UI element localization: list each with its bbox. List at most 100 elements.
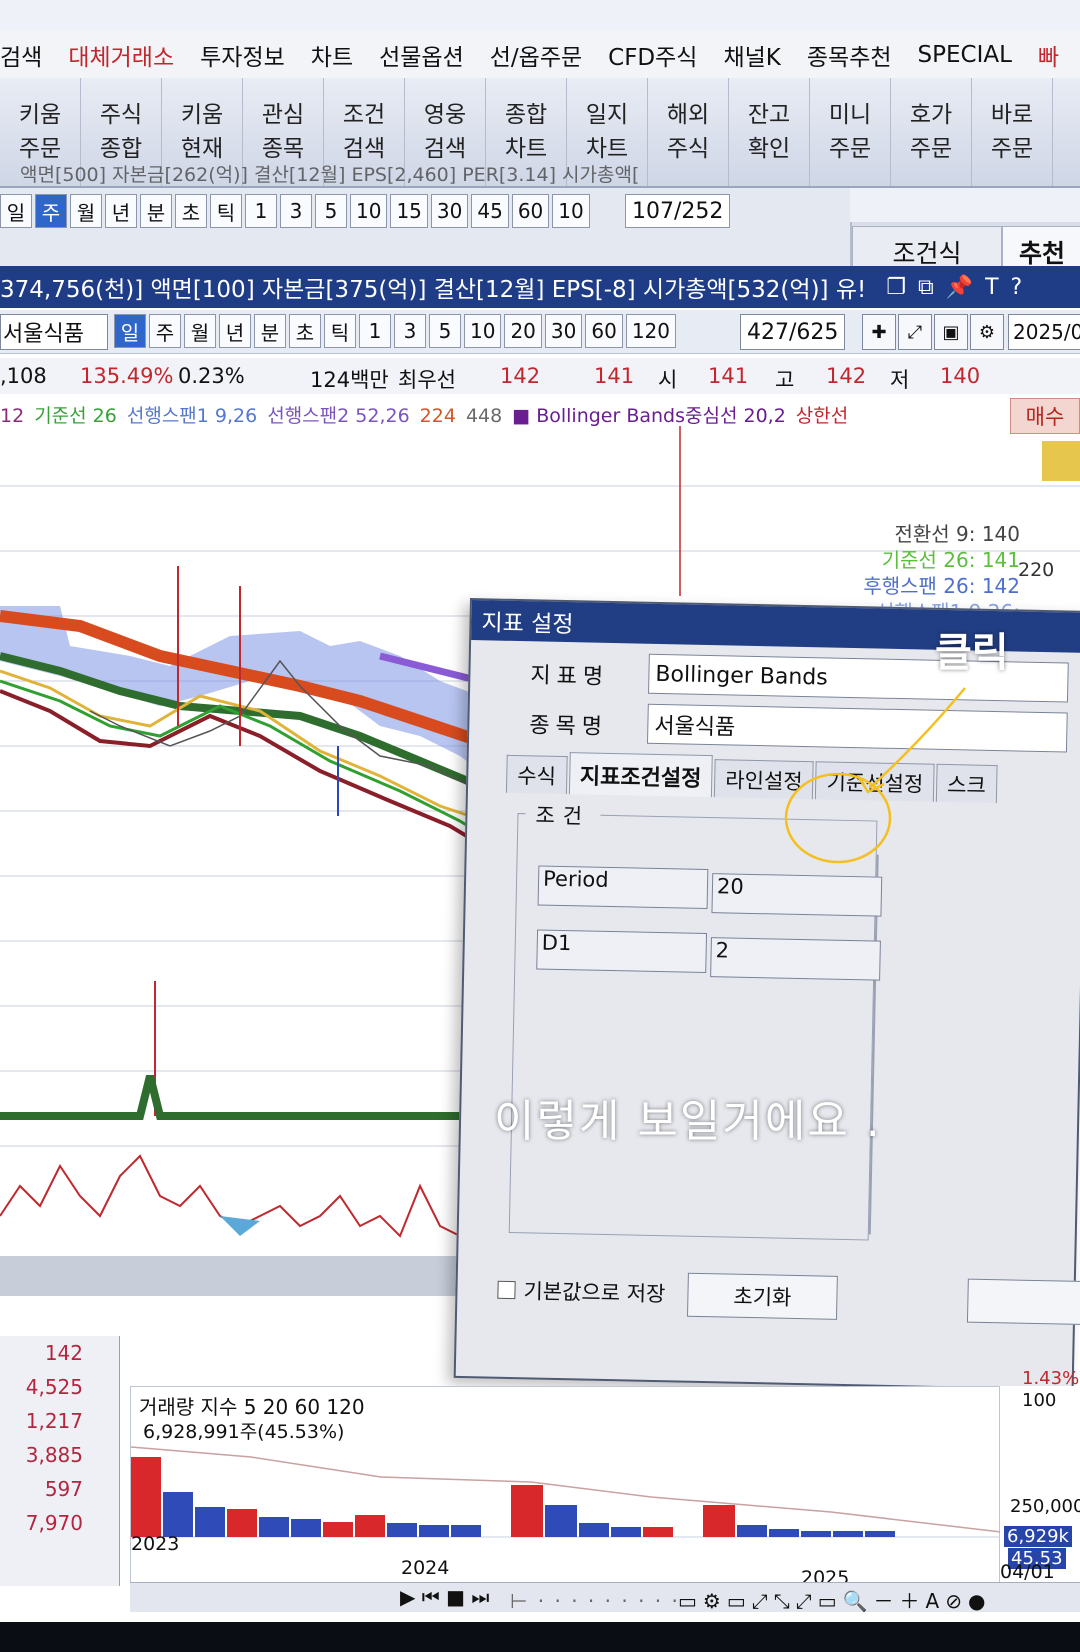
- period-button-5[interactable]: 초: [175, 194, 207, 228]
- period-button-3[interactable]: 년: [219, 314, 251, 348]
- period-button-0[interactable]: 일: [114, 314, 146, 348]
- period-button-3[interactable]: 년: [105, 194, 137, 228]
- period-button-13[interactable]: 45: [471, 194, 509, 228]
- copy-icon[interactable]: ⧉: [918, 275, 934, 300]
- screen: 검색 대체거래소 투자정보 차트 선물옵션 선/옵주문 CFD주식 채널K 종목추천 SPECIA…: [0, 0, 1080, 1652]
- background-bar-counter: 107/252: [625, 194, 731, 228]
- toolbar-label-top: 키움: [18, 102, 62, 128]
- toolbar-label-top: 관심: [261, 102, 305, 128]
- toolbar-label-top: 잔고: [747, 102, 791, 128]
- toolbar-label-top: 일지: [585, 102, 629, 128]
- text-icon[interactable]: T: [985, 275, 998, 300]
- volume-bar: [131, 1457, 161, 1537]
- trend-icon[interactable]: ⤢: [898, 314, 932, 350]
- toolbar-button-11[interactable]: 호가 주문: [891, 78, 972, 186]
- period-button-9[interactable]: 5: [315, 194, 347, 228]
- period-button-11[interactable]: 20: [504, 314, 542, 348]
- volume-bar: [865, 1531, 895, 1537]
- date-field[interactable]: 2025/0: [1008, 314, 1080, 350]
- param-value-d1[interactable]: 2: [710, 937, 881, 981]
- menu-item-10[interactable]: 빠: [1038, 38, 1059, 72]
- period-button-8[interactable]: 3: [394, 314, 426, 348]
- save-default-option[interactable]: 기본값으로 저장: [497, 1275, 666, 1309]
- menu-item-3[interactable]: 차트: [311, 38, 353, 72]
- quote-volume: 124백만: [310, 368, 389, 392]
- period-button-11[interactable]: 15: [390, 194, 428, 228]
- help-icon[interactable]: ?: [1011, 275, 1023, 300]
- period-button-5[interactable]: 초: [289, 314, 321, 348]
- ichimoku-label-2: 후행스팬 26: 142: [863, 574, 1020, 598]
- volume-bar: [323, 1522, 353, 1537]
- period-button-2[interactable]: 월: [184, 314, 216, 348]
- toolbar-button-10[interactable]: 미니 주문: [810, 78, 891, 186]
- dialog-tab-2[interactable]: 라인설정: [713, 759, 815, 800]
- toolbar-label-bottom: 주식: [666, 136, 710, 162]
- menu-item-4[interactable]: 선물옵션: [379, 38, 464, 72]
- legend-item-3: 선행스팬2 52,26: [267, 405, 410, 427]
- legend-item-1: 기준선 26: [34, 405, 117, 427]
- toolbar-button-9[interactable]: 잔고 확인: [729, 78, 810, 186]
- dialog-stock-field[interactable]: 서울식품: [646, 703, 1068, 753]
- period-button-1[interactable]: 주: [35, 194, 67, 228]
- period-button-6[interactable]: 틱: [210, 194, 242, 228]
- period-button-12[interactable]: 30: [544, 314, 583, 348]
- confirm-button[interactable]: [966, 1278, 1080, 1326]
- period-button-4[interactable]: 분: [140, 194, 172, 228]
- period-button-13[interactable]: 60: [585, 314, 623, 348]
- low-label: 저: [890, 368, 910, 392]
- period-button-12[interactable]: 30: [430, 194, 469, 228]
- save-icon[interactable]: ▣: [934, 314, 968, 350]
- toolbar-label-bottom: 주문: [990, 136, 1034, 162]
- volume-bar: [259, 1517, 289, 1537]
- annotation-note-text: 이렇게 보일거에요 .: [494, 1096, 882, 1147]
- menu-item-5[interactable]: 선/옵주문: [490, 38, 582, 72]
- top-menu-bar: 검색 대체거래소 투자정보 차트 선물옵션 선/옵주문 CFD주식 채널K 종목추천 SPECIA…: [0, 30, 1080, 80]
- period-button-6[interactable]: 틱: [324, 314, 356, 348]
- param-value-period[interactable]: 20: [711, 873, 883, 917]
- crosshair-icon[interactable]: ✚: [862, 314, 896, 350]
- param-name-period: Period: [537, 865, 709, 910]
- timeline-slider[interactable]: ⊢ · · · · · · · · ·: [510, 1589, 680, 1613]
- drawing-tools[interactable]: ▭⚙▭⤢⤡⤢▭🔍－＋A⊘●: [678, 1585, 991, 1614]
- menu-item-8[interactable]: 종목추천: [807, 38, 892, 72]
- dialog-stock-value: 서울식품: [654, 713, 736, 741]
- menu-item-2[interactable]: 투자정보: [200, 38, 285, 72]
- quote-turnover: 0.23%: [178, 364, 245, 388]
- menu-item-7[interactable]: 채널K: [723, 38, 780, 72]
- period-button-10[interactable]: 10: [350, 194, 388, 228]
- period-button-14[interactable]: 120: [625, 314, 676, 348]
- period-button-0[interactable]: 일: [0, 194, 32, 228]
- menu-item-0[interactable]: 검색: [0, 38, 42, 72]
- period-button-7[interactable]: 1: [245, 194, 277, 228]
- period-button-10[interactable]: 10: [464, 314, 502, 348]
- toolbar-label-top: 해외: [666, 102, 710, 128]
- reset-button[interactable]: 초기화: [686, 1272, 838, 1320]
- save-default-checkbox[interactable]: [497, 1280, 516, 1300]
- period-button-1[interactable]: 주: [149, 314, 181, 348]
- period-button-14[interactable]: 60: [511, 194, 550, 228]
- toolbar-label-top: 조건: [342, 102, 386, 128]
- play-controls[interactable]: ▶ ⏮ ■ ⏭: [400, 1585, 489, 1609]
- high-value: 142: [826, 364, 867, 388]
- period-button-8[interactable]: 3: [280, 194, 312, 228]
- period-button-9[interactable]: 5: [429, 314, 461, 348]
- dialog-tab-0[interactable]: 수식: [505, 754, 568, 795]
- menu-item-6[interactable]: CFD주식: [608, 38, 697, 72]
- toolbar-button-12[interactable]: 바로 주문: [972, 78, 1053, 186]
- dialog-tab-1[interactable]: 지표조건설정: [568, 752, 713, 798]
- toolbar-button-8[interactable]: 해외주식: [648, 78, 729, 186]
- period-button-2[interactable]: 월: [70, 194, 102, 228]
- period-button-7[interactable]: 1: [359, 314, 391, 348]
- dialog-tab-4[interactable]: 스크: [935, 763, 998, 804]
- pin-icon[interactable]: 📌: [946, 275, 973, 300]
- menu-item-1[interactable]: 대체거래소: [68, 38, 174, 72]
- dialog-tab-3[interactable]: 기준선설정: [815, 761, 935, 802]
- axis-tick-220: 220: [1018, 559, 1055, 581]
- restore-icon[interactable]: ❐: [886, 275, 906, 300]
- period-button-15[interactable]: 10: [552, 194, 590, 228]
- period-button-4[interactable]: 분: [254, 314, 286, 348]
- menu-item-9[interactable]: SPECIAL: [918, 42, 1012, 68]
- gear-icon[interactable]: ⚙: [970, 314, 1004, 350]
- legend-item-7: 상한선: [795, 405, 849, 427]
- stock-name-field[interactable]: 서울식품: [0, 314, 108, 350]
